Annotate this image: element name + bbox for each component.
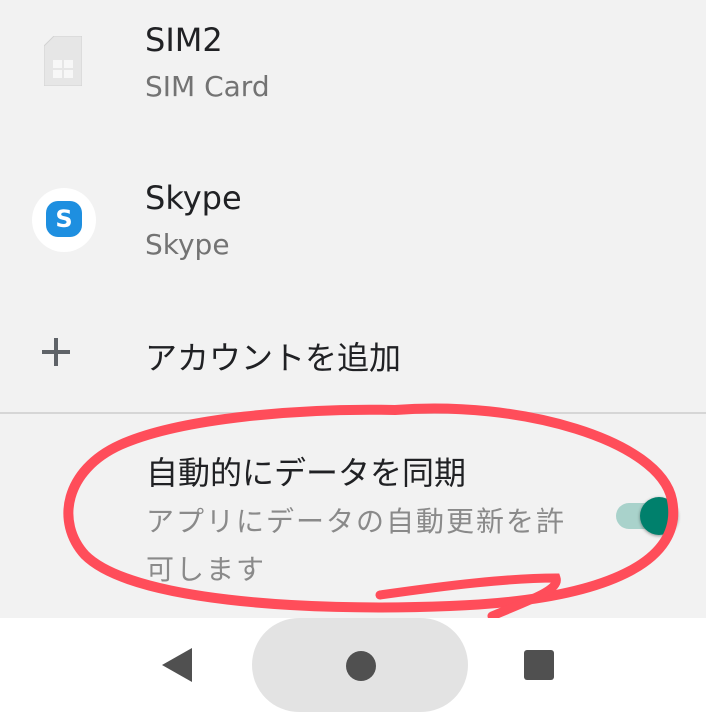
toggle-thumb bbox=[640, 497, 678, 535]
navigation-bar bbox=[0, 618, 706, 712]
account-title: SIM2 bbox=[145, 21, 223, 59]
back-icon[interactable] bbox=[162, 648, 192, 682]
sim-card-icon bbox=[44, 36, 82, 86]
account-row-sim2[interactable]: SIM2 SIM Card bbox=[0, 0, 706, 140]
recents-icon[interactable] bbox=[524, 650, 554, 680]
account-title: Skype bbox=[145, 179, 242, 217]
account-subtitle: SIM Card bbox=[145, 70, 270, 103]
auto-sync-description: アプリにデータの自動更新を許可します bbox=[146, 505, 567, 586]
home-icon bbox=[346, 651, 376, 681]
accounts-list: SIM2 SIM Card S Skype Skype アカウントを追加 自動的… bbox=[0, 0, 706, 618]
auto-sync-toggle[interactable] bbox=[614, 497, 684, 537]
account-subtitle: Skype bbox=[145, 228, 230, 261]
add-account-label: アカウントを追加 bbox=[145, 339, 402, 377]
home-button[interactable] bbox=[252, 618, 468, 712]
add-account-row[interactable]: アカウントを追加 bbox=[0, 300, 706, 410]
divider bbox=[0, 412, 706, 414]
skype-badge: S bbox=[46, 201, 82, 237]
plus-icon bbox=[38, 334, 74, 370]
account-row-skype[interactable]: S Skype Skype bbox=[0, 155, 706, 295]
skype-icon: S bbox=[32, 188, 96, 252]
auto-sync-title: 自動的にデータを同期 bbox=[146, 454, 467, 492]
skype-letter: S bbox=[55, 205, 73, 233]
